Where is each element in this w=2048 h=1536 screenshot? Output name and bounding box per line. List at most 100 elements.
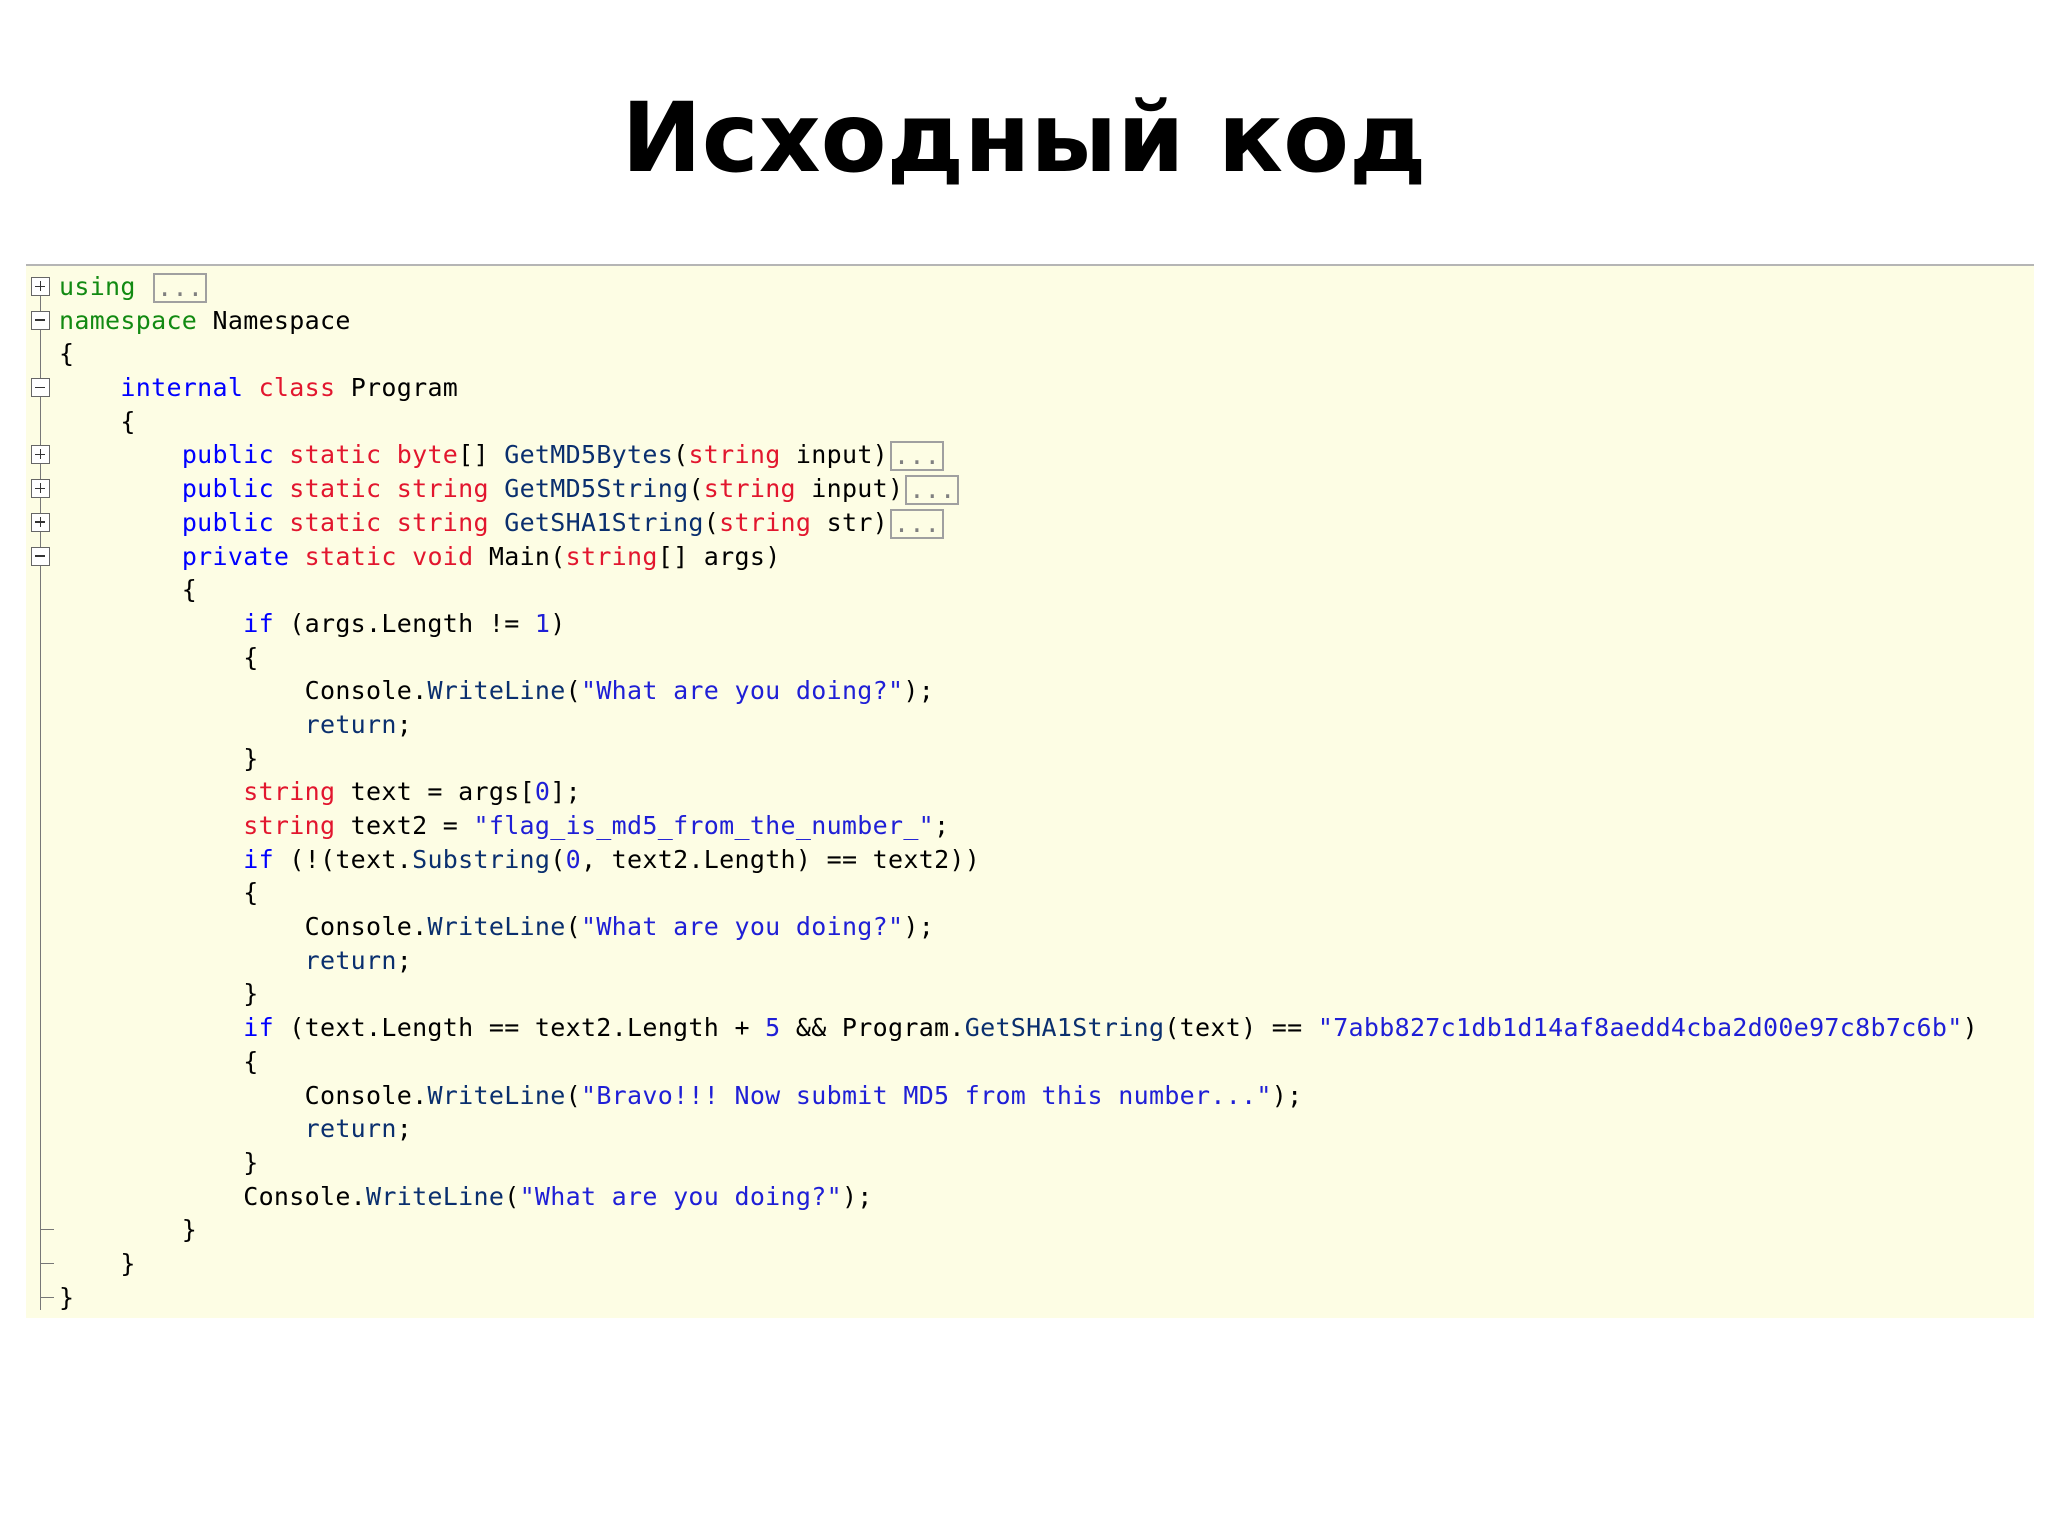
- fold-end-marker: [40, 1296, 54, 1298]
- code-text: if (text.Length == text2.Length + 5 && P…: [59, 1011, 1978, 1045]
- slide-title: Исходный код: [621, 82, 1427, 194]
- code-token: WriteLine: [366, 1181, 505, 1211]
- collapsed-region[interactable]: ...: [905, 475, 960, 506]
- code-text: {: [59, 405, 136, 439]
- code-text: Console.WriteLine("Bravo!!! Now submit M…: [59, 1079, 1303, 1113]
- code-token: string: [243, 777, 336, 807]
- expand-icon[interactable]: [31, 277, 50, 296]
- collapsed-region[interactable]: ...: [890, 441, 945, 472]
- code-token: "What are you doing?": [580, 912, 904, 942]
- code-token: namespace: [59, 305, 198, 335]
- code-token: return: [304, 1114, 397, 1144]
- collapsed-region[interactable]: ...: [890, 508, 945, 539]
- code-line: return;: [26, 708, 2034, 742]
- code-token: Namespace: [197, 305, 351, 335]
- code-token: "Bravo!!! Now submit MD5 from this numbe…: [580, 1080, 1272, 1110]
- fold-end-marker: [40, 1229, 54, 1231]
- code-token: text2 =: [335, 811, 474, 840]
- code-token: Program: [335, 373, 459, 403]
- code-text: {: [59, 641, 259, 675]
- code-line: Console.WriteLine("Bravo!!! Now submit M…: [26, 1079, 2034, 1113]
- code-token: ];: [550, 777, 581, 807]
- code-token: GetSHA1String: [964, 1013, 1165, 1043]
- code-token: Console.: [59, 1080, 428, 1110]
- code-token: text = args[: [335, 777, 535, 807]
- code-token: }: [59, 1215, 198, 1245]
- code-token: {: [59, 406, 136, 436]
- code-token: GetSHA1String: [504, 507, 704, 537]
- code-token: {: [59, 339, 75, 369]
- code-token: WriteLine: [427, 676, 566, 706]
- code-line: public static string GetMD5String(string…: [26, 472, 2034, 506]
- expand-icon[interactable]: [31, 479, 50, 499]
- code-token: Main(: [473, 541, 566, 571]
- code-token: static: [304, 541, 397, 571]
- collapsed-region[interactable]: ...: [153, 273, 208, 303]
- code-token: }: [59, 1282, 75, 1312]
- code-token: ): [1962, 1013, 1978, 1043]
- code-line: {: [26, 573, 2034, 607]
- code-token: ;: [934, 811, 950, 840]
- code-token: if: [243, 608, 274, 638]
- expand-icon[interactable]: [31, 512, 50, 532]
- code-text: if (!(text.Substring(0, text2.Length) ==…: [59, 843, 980, 877]
- code-token: }: [59, 979, 259, 1009]
- code-token: []: [458, 440, 505, 470]
- code-text: public static string GetSHA1String(strin…: [59, 506, 945, 540]
- code-token: return: [304, 945, 397, 975]
- code-lines: using ... namespace Namespace{ internal c…: [26, 270, 2034, 1314]
- code-token: GetMD5Bytes: [504, 440, 674, 470]
- code-token: (: [565, 676, 581, 706]
- expand-icon[interactable]: [31, 445, 50, 465]
- code-token: ): [550, 608, 566, 638]
- code-token: using: [59, 272, 136, 301]
- code-text: {: [59, 337, 74, 371]
- code-editor-panel[interactable]: using ... namespace Namespace{ internal c…: [26, 264, 2034, 1318]
- code-text: Console.WriteLine("What are you doing?")…: [59, 1180, 873, 1214]
- code-token: (: [550, 844, 566, 874]
- code-text: internal class Program: [59, 371, 458, 405]
- code-text: string text2 = "flag_is_md5_from_the_num…: [59, 809, 949, 843]
- code-text: return;: [59, 708, 412, 742]
- code-line: Console.WriteLine("What are you doing?")…: [26, 910, 2034, 944]
- code-line: if (!(text.Substring(0, text2.Length) ==…: [26, 843, 2034, 877]
- code-token: string: [243, 811, 336, 840]
- code-token: class: [258, 373, 336, 403]
- code-text: if (args.Length != 1): [59, 607, 566, 641]
- code-token: input): [795, 474, 904, 504]
- code-token: Console.: [59, 676, 428, 706]
- code-line: {: [26, 641, 2034, 675]
- code-token: string: [565, 541, 658, 571]
- code-token: (: [703, 507, 720, 537]
- code-line: return;: [26, 944, 2034, 978]
- code-line: {: [26, 876, 2034, 910]
- code-line: namespace Namespace: [26, 304, 2034, 338]
- code-token: 1: [534, 608, 551, 638]
- code-token: GetMD5String: [504, 474, 689, 504]
- code-token: "What are you doing?": [580, 676, 904, 706]
- collapse-icon[interactable]: [31, 310, 50, 330]
- code-text: return;: [59, 1112, 412, 1146]
- code-token: (: [673, 440, 689, 470]
- code-text: Console.WriteLine("What are you doing?")…: [59, 674, 934, 708]
- code-token: }: [59, 743, 259, 773]
- code-token: {: [59, 575, 198, 605]
- code-line: {: [26, 1045, 2034, 1079]
- code-text: namespace Namespace: [59, 304, 351, 338]
- code-token: public: [181, 440, 274, 470]
- collapse-icon[interactable]: [31, 546, 50, 566]
- code-line: return;: [26, 1112, 2034, 1146]
- code-line: Console.WriteLine("What are you doing?")…: [26, 674, 2034, 708]
- code-text: public static byte[] GetMD5Bytes(string …: [59, 438, 945, 472]
- code-text: }: [59, 977, 259, 1011]
- collapse-icon[interactable]: [31, 378, 50, 398]
- code-line: private static void Main(string[] args): [26, 540, 2034, 574]
